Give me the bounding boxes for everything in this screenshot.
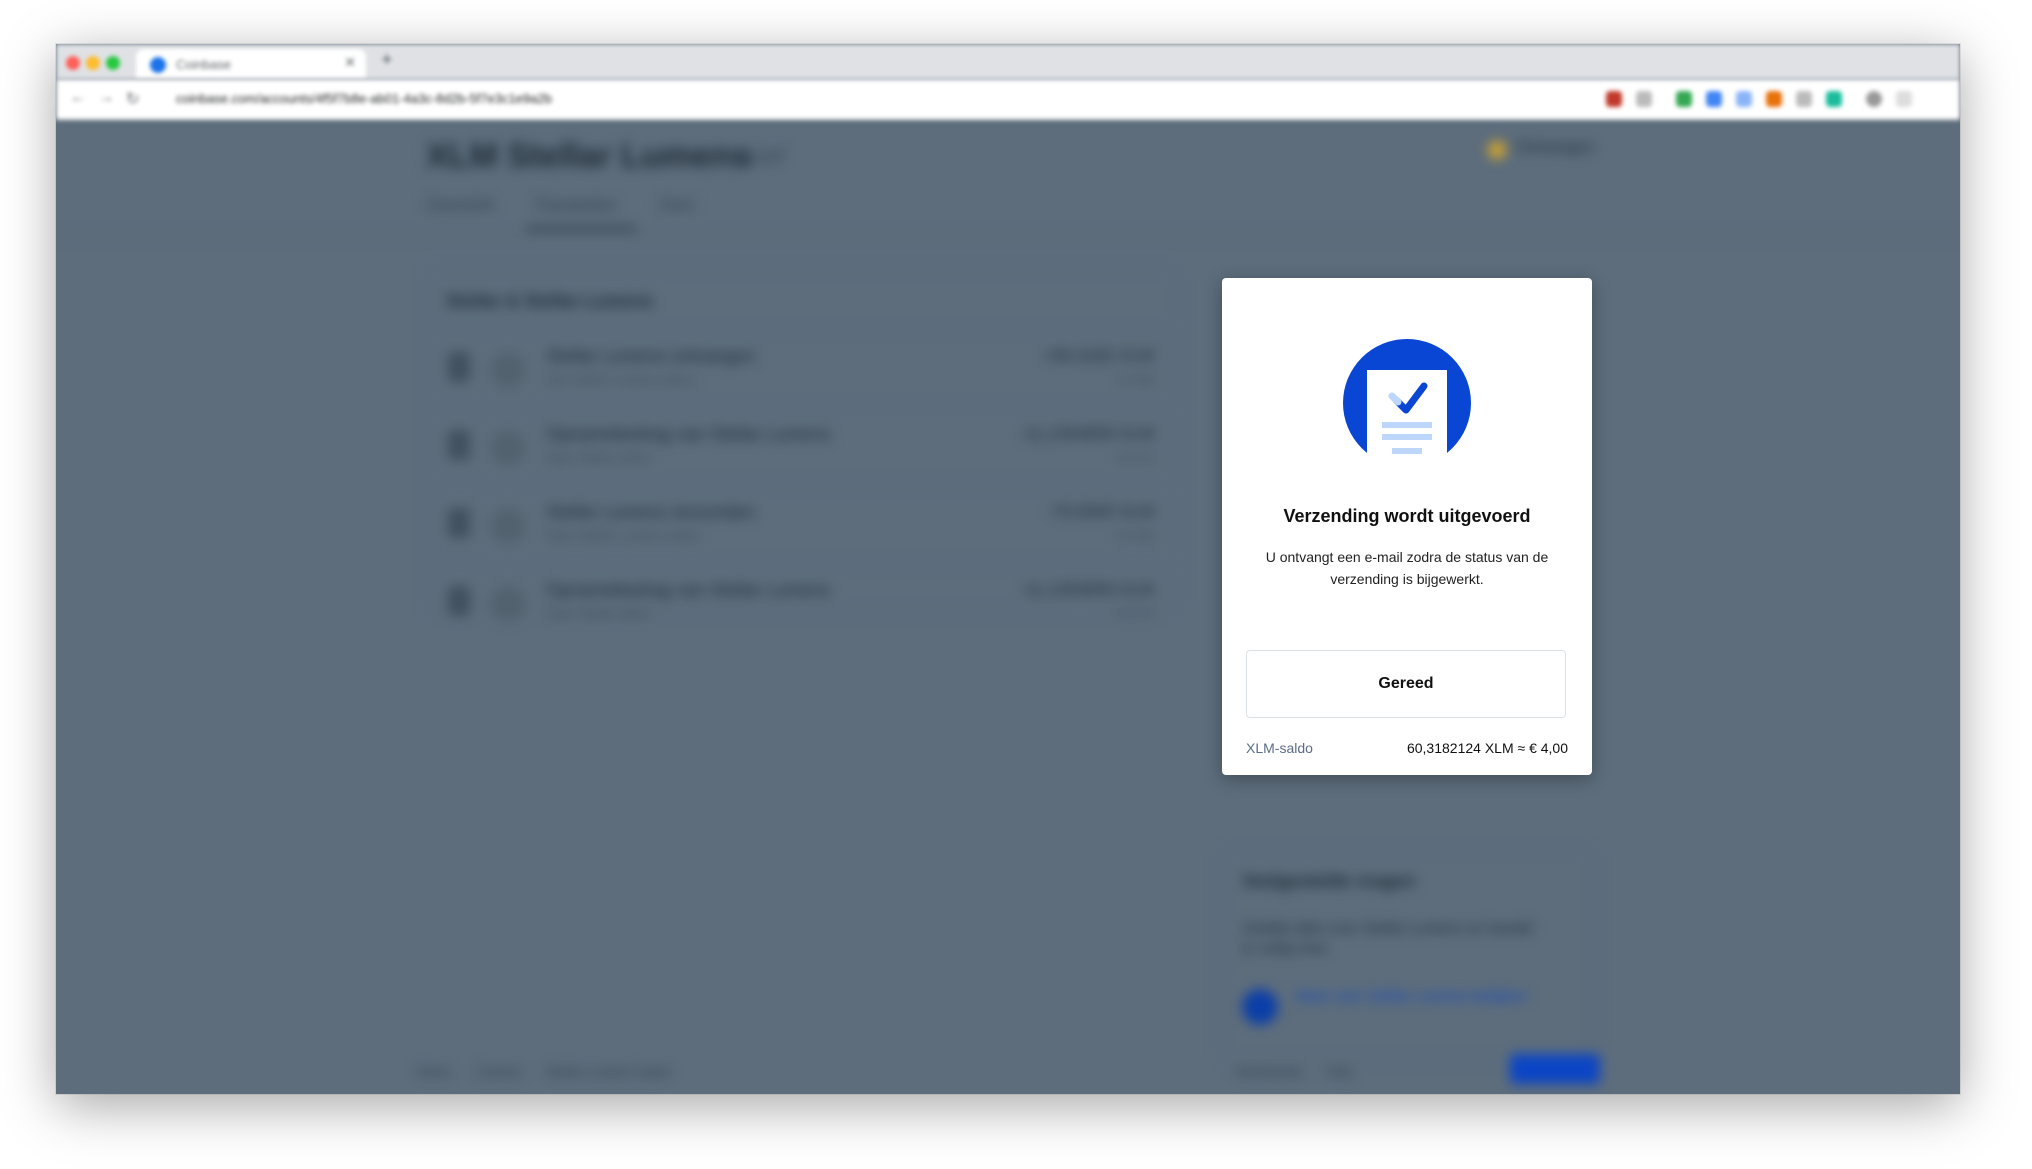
- tab-transactions[interactable]: Transacties: [534, 197, 616, 215]
- date-badge: [448, 352, 470, 382]
- new-tab-icon[interactable]: +: [381, 49, 393, 72]
- tab-close-icon[interactable]: ✕: [344, 54, 356, 71]
- page-price: € 0,07: [736, 147, 787, 167]
- transaction-icon: [490, 430, 526, 466]
- dialog-title: Verzending wordt uitgevoerd: [1283, 506, 1531, 526]
- divider: [56, 235, 1960, 236]
- extension-icon[interactable]: [1796, 91, 1812, 107]
- status-icon: [1488, 141, 1506, 159]
- page-title: XLM Stellar Lumens: [426, 137, 751, 175]
- faq-heading: Veelgestelde vragen: [1242, 871, 1416, 891]
- profile-icon[interactable]: [1866, 91, 1882, 107]
- row-fiat: € 4,00: [1117, 372, 1154, 387]
- date-badge: [448, 430, 470, 460]
- page-background: XLM Stellar Lumens € 0,07 Ontvangen Over…: [56, 119, 1960, 1094]
- send-status-dialog: Verzending wordt uitgevoerd U ontvangt e…: [1222, 278, 1592, 775]
- row-amount: -70,0000 XLM: [1047, 502, 1154, 521]
- footer-link[interactable]: Home: [416, 1064, 451, 1079]
- faq-link[interactable]: Meer over Stellar Lumens bekijken: [1296, 987, 1536, 1007]
- list-item[interactable]: Opnamebedrag van Stellar Lumens Naar Ste…: [426, 563, 1176, 642]
- row-subtitle: Naar Stellar-adres: [546, 450, 652, 465]
- tab-about[interactable]: Over: [660, 197, 695, 215]
- row-title: Opnamebedrag van Stellar Lumens: [546, 580, 831, 600]
- back-icon[interactable]: ←: [70, 89, 86, 107]
- extension-icon[interactable]: [1606, 91, 1622, 107]
- maximize-window-icon[interactable]: [106, 56, 120, 70]
- extension-icon[interactable]: [1706, 91, 1722, 107]
- row-title: Stellar Lumens verzonden: [546, 502, 756, 522]
- extension-icon[interactable]: [1826, 91, 1842, 107]
- row-fiat: -€ 0,74: [1113, 606, 1154, 621]
- list-item[interactable]: Opnamebedrag van Stellar Lumens Naar Ste…: [426, 407, 1176, 486]
- balance-label: XLM-saldo: [1246, 740, 1313, 756]
- tab-overview[interactable]: Overzicht: [426, 197, 494, 215]
- balance-value: 60,3182124 XLM ≈ € 4,00: [1406, 740, 1568, 756]
- transactions-heading: Stellar & Stellar Lumens: [446, 291, 654, 311]
- browser-tab[interactable]: Coinbase ✕: [136, 49, 366, 79]
- extension-icon[interactable]: [1676, 91, 1692, 107]
- extension-icon[interactable]: [1736, 91, 1752, 107]
- row-fiat: -€ 4,65: [1113, 528, 1154, 543]
- transaction-icon: [490, 586, 526, 622]
- footer-help[interactable]: Help: [1326, 1064, 1353, 1079]
- row-subtitle: Naar Stellar Lumens adres: [546, 528, 701, 543]
- footer-link[interactable]: Stellar Lumens kopen: [546, 1064, 672, 1079]
- list-item[interactable]: Stellar Lumens ontvangen Van Stellar Lum…: [426, 329, 1176, 408]
- extension-icon[interactable]: [1766, 91, 1782, 107]
- footer-language[interactable]: Nederlands: [1236, 1064, 1303, 1079]
- row-subtitle: Naar Stellar-adres: [546, 606, 652, 621]
- row-fiat: -€ 0,74: [1113, 450, 1154, 465]
- row-title: Opnamebedrag van Stellar Lumens: [546, 424, 831, 444]
- date-badge: [448, 508, 470, 538]
- transaction-icon: [490, 352, 526, 388]
- extension-icon[interactable]: [1636, 91, 1652, 107]
- browser-tab-strip: Coinbase ✕ +: [56, 44, 1960, 79]
- close-window-icon[interactable]: [66, 56, 80, 70]
- footer-button[interactable]: [1510, 1054, 1600, 1084]
- forward-icon[interactable]: →: [98, 89, 114, 107]
- tab-title: Coinbase: [176, 57, 231, 72]
- address-bar[interactable]: coinbase.com/accounts/4f5f7b8e-ab01-4a3c…: [176, 91, 552, 106]
- dialog-message: U ontvangt een e-mail zodra de status va…: [1265, 549, 1549, 587]
- coinbase-favicon-icon: [150, 57, 166, 73]
- reload-icon[interactable]: ↻: [126, 89, 139, 109]
- info-icon: [1242, 989, 1278, 1025]
- faq-text: Ontdek alles over Stellar Lumens en hand…: [1242, 920, 1534, 957]
- row-amount: -11,1354659 XLM: [1020, 580, 1154, 599]
- minimize-window-icon[interactable]: [86, 56, 100, 70]
- list-item[interactable]: Stellar Lumens verzonden Naar Stellar Lu…: [426, 485, 1176, 564]
- receive-link[interactable]: Ontvangen: [1516, 139, 1594, 157]
- browser-toolbar: ← → ↻ coinbase.com/accounts/4f5f7b8e-ab0…: [56, 79, 1960, 120]
- row-amount: +60,3182 XLM: [1042, 346, 1154, 365]
- footer-link[interactable]: Careers: [476, 1064, 522, 1079]
- date-badge: [448, 586, 470, 616]
- row-subtitle: Van Stellar Lumens adres: [546, 372, 695, 387]
- done-button[interactable]: Gereed: [1246, 650, 1566, 718]
- menu-icon[interactable]: [1896, 91, 1912, 107]
- row-title: Stellar Lumens ontvangen: [546, 346, 756, 366]
- active-tab-underline: [526, 227, 636, 230]
- row-amount: -11,1354659 XLM: [1020, 424, 1154, 443]
- document-check-icon: [1343, 339, 1471, 468]
- browser-window: Coinbase ✕ + ← → ↻ coinbase.com/accounts…: [56, 44, 1960, 1094]
- transaction-icon: [490, 508, 526, 544]
